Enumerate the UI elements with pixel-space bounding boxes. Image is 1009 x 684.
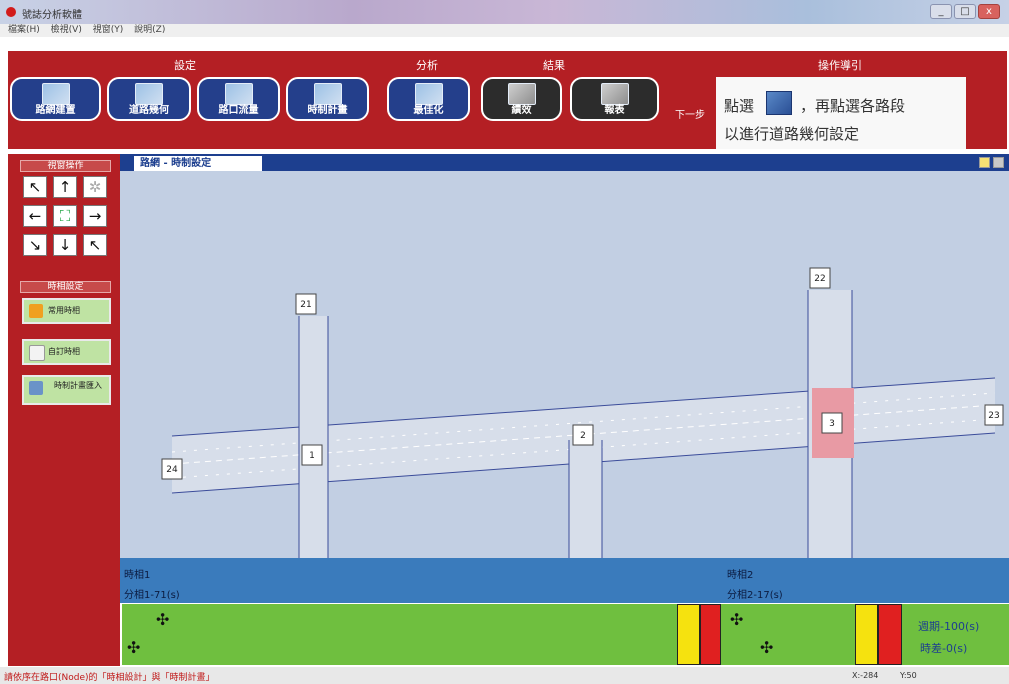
zoom-in-icon[interactable]: ↖ xyxy=(83,234,107,256)
maximize-button[interactable]: □ xyxy=(954,4,976,19)
view-ops-header: 視窗操作 xyxy=(20,160,111,172)
fit-view-icon[interactable]: ⛶ xyxy=(53,205,77,227)
road-geometry-button[interactable]: 道路幾何 xyxy=(107,77,191,121)
edit-icon xyxy=(29,345,45,361)
node-label: 21 xyxy=(300,300,311,310)
cross-street-2 xyxy=(569,440,602,558)
import-icon xyxy=(29,381,43,395)
cursor-x: X:-284 xyxy=(852,671,879,680)
window-title: 號誌分析軟體 xyxy=(22,10,82,21)
phase1-yellow[interactable] xyxy=(677,604,700,665)
road-geometry-icon xyxy=(766,91,792,115)
node-label: 2 xyxy=(580,431,586,441)
sun-icon xyxy=(29,304,43,318)
optimize-button[interactable]: 最佳化 xyxy=(387,77,470,121)
import-plan-label: 時制計畫匯入 xyxy=(54,381,102,390)
map-restore-icon[interactable] xyxy=(979,157,990,168)
timing-plan-button[interactable]: 時制計畫 xyxy=(286,77,369,121)
node-label: 24 xyxy=(166,465,178,475)
movement-icon: ✣ xyxy=(760,638,774,657)
common-phase-button[interactable]: 常用時相 xyxy=(22,298,111,324)
network-build-button[interactable]: 路網建置 xyxy=(10,77,101,121)
report-label: 報表 xyxy=(604,105,625,116)
phase2-yellow[interactable] xyxy=(855,604,878,665)
cursor-y: Y:50 xyxy=(900,671,917,680)
intersection-flow-button[interactable]: 路口流量 xyxy=(197,77,280,121)
import-plan-button[interactable]: 時制計畫匯入 xyxy=(22,375,111,405)
movement-icon: ✣ xyxy=(127,638,141,657)
section-setup: 設定 xyxy=(174,59,196,72)
menu-view[interactable]: 檢視(V) xyxy=(51,24,82,37)
custom-phase-button[interactable]: 自訂時相 xyxy=(22,339,111,365)
left-toolbox xyxy=(8,154,120,666)
phase2-label: 時相2 xyxy=(727,570,754,581)
performance-button[interactable]: 績效 xyxy=(481,77,562,121)
select-pointer-icon[interactable]: ↖ xyxy=(23,176,47,198)
node-label: 1 xyxy=(309,451,315,461)
cycle-length: 週期-100(s) xyxy=(918,620,980,633)
section-analysis: 分析 xyxy=(416,59,438,72)
cross-street-1 xyxy=(299,316,328,558)
node-label: 22 xyxy=(814,274,825,284)
timing-setup-header: 時相設定 xyxy=(20,281,111,293)
node-label: 3 xyxy=(829,419,835,429)
app-icon xyxy=(6,7,16,17)
section-guide: 操作導引 xyxy=(818,59,862,72)
menu-bar: 檔案(H) 檢視(V) 視窗(Y) 說明(Z) xyxy=(0,24,1009,37)
optimize-label: 最佳化 xyxy=(413,105,444,116)
gear-icon[interactable]: ✲ xyxy=(83,176,107,198)
movement-icon: ✣ xyxy=(730,610,744,629)
guide-line-2: 以進行道路幾何設定 xyxy=(724,125,860,143)
report-button[interactable]: 報表 xyxy=(570,77,659,121)
guide-line-1b: ，再點選各路段 xyxy=(800,97,906,115)
title-bar xyxy=(0,0,1009,24)
custom-phase-label: 自訂時相 xyxy=(48,347,80,356)
timing-header xyxy=(120,558,1009,603)
map-tab-title[interactable]: 路網 - 時制設定 xyxy=(134,156,262,171)
status-message: 請依序在路口(Node)的「時相設計」與「時制計畫」 xyxy=(4,673,215,683)
node-label: 23 xyxy=(988,411,999,421)
road-geometry-label: 道路幾何 xyxy=(129,105,169,116)
menu-window[interactable]: 視窗(Y) xyxy=(93,24,124,37)
split1-label: 分相1-71(s) xyxy=(124,590,180,601)
zoom-out-icon[interactable]: ↘ xyxy=(23,234,47,256)
guide-line-1: 點選 xyxy=(724,97,755,115)
common-phase-label: 常用時相 xyxy=(48,306,80,315)
split2-label: 分相2-17(s) xyxy=(727,590,783,601)
phase2-red[interactable] xyxy=(878,604,902,665)
timing-plan-label: 時制計畫 xyxy=(307,105,348,116)
performance-label: 績效 xyxy=(511,105,532,116)
pan-right-icon[interactable]: → xyxy=(83,205,107,227)
network-map[interactable]: 21 22 23 24 1 2 3 xyxy=(120,154,1009,558)
section-result: 結果 xyxy=(543,59,565,72)
phase1-green[interactable] xyxy=(122,604,677,665)
pan-up-icon[interactable]: ↑ xyxy=(53,176,77,198)
network-build-label: 路網建置 xyxy=(35,105,76,116)
movement-icon: ✣ xyxy=(156,610,170,629)
menu-file[interactable]: 檔案(H) xyxy=(8,24,40,37)
close-button[interactable]: x xyxy=(978,4,1000,19)
phase1-label: 時相1 xyxy=(124,570,151,581)
next-step-label: 下一步 xyxy=(675,110,705,121)
pan-left-icon[interactable]: ← xyxy=(23,205,47,227)
phase1-red[interactable] xyxy=(700,604,721,665)
map-close-icon[interactable] xyxy=(993,157,1004,168)
offset-value: 時差-0(s) xyxy=(920,642,968,655)
intersection-flow-label: 路口流量 xyxy=(218,105,259,116)
pan-down-icon[interactable]: ↓ xyxy=(53,234,77,256)
menu-help[interactable]: 說明(Z) xyxy=(134,24,165,37)
minimize-button[interactable]: _ xyxy=(930,4,952,19)
